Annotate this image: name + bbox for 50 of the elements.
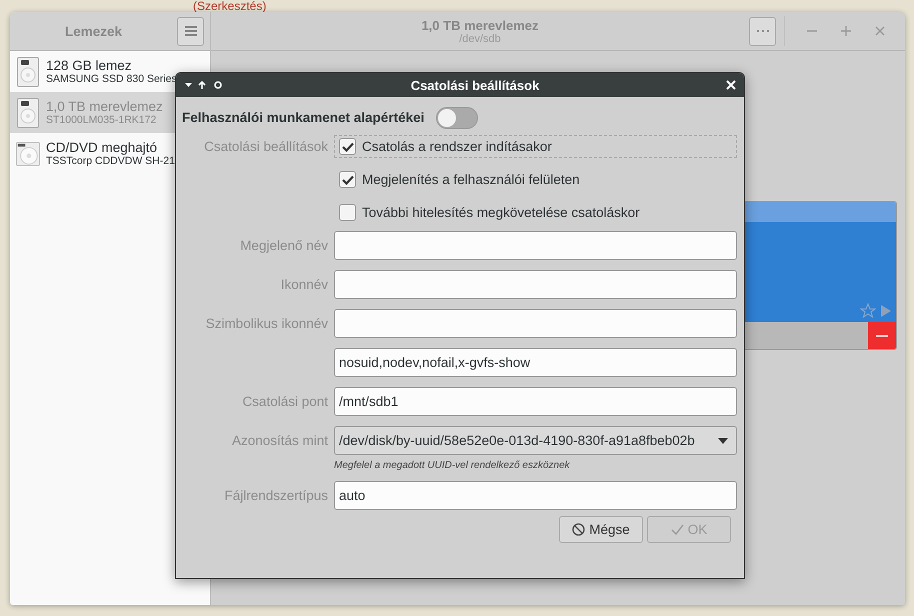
- checkbox-label[interactable]: További hitelesítés megkövetelése csatoláskor: [362, 205, 640, 220]
- disk-name: CD/DVD meghajtó: [46, 140, 158, 155]
- toggle-switch[interactable]: [436, 106, 478, 128]
- checkbox[interactable]: [339, 138, 356, 155]
- play-icon: [880, 304, 892, 318]
- input-field[interactable]: auto: [334, 481, 737, 510]
- hint-text: Megfelel a megadott UUID-vel rendelkező eszköznek: [334, 460, 570, 470]
- checkmark-icon: [342, 174, 354, 184]
- disk-model: ST1000LM035-1RK172: [46, 114, 158, 126]
- input-field[interactable]: /mnt/sdb1: [334, 387, 737, 416]
- checkbox[interactable]: [339, 171, 356, 188]
- field-label: Csatolási pont: [241, 394, 328, 409]
- dialog-button[interactable]: Mégse: [559, 516, 643, 543]
- menu-button[interactable]: [177, 16, 204, 46]
- hard-drive-icon: [16, 98, 40, 128]
- page-heading: (Szerkesztés): [193, 0, 266, 12]
- cancel-icon: [572, 523, 586, 536]
- input-field[interactable]: nosuid,nodev,nofail,x-gvfs-show: [334, 348, 737, 377]
- field-label: Azonosítás mint: [230, 433, 328, 448]
- checkbox-label[interactable]: Megjelenítés a felhasználói felületen: [362, 172, 580, 187]
- window-menu-icons[interactable]: [184, 80, 224, 90]
- menu-icon: [184, 25, 198, 37]
- field-label: Megjelenő név: [239, 238, 328, 253]
- field-label: Ikonnév: [280, 277, 328, 292]
- field-label: Fájlrendszertípus: [223, 488, 328, 503]
- check-icon: [670, 524, 684, 535]
- star-icon: [860, 303, 876, 319]
- disk-model: TSSTcorp CDDVDW SH-21: [46, 155, 175, 167]
- caret-icon: [718, 438, 728, 444]
- disk-name: 1,0 TB merevlemez: [46, 99, 163, 114]
- maximize-icon[interactable]: [841, 26, 851, 36]
- minus-icon: [876, 334, 888, 336]
- input-field[interactable]: [334, 270, 737, 299]
- checkmark-icon: [342, 142, 354, 152]
- field-label: Szimbolikus ikonnév: [204, 316, 328, 331]
- more-icon: [756, 29, 770, 33]
- window-title: 1,0 TB merevlemez: [421, 18, 539, 32]
- checkbox-label[interactable]: Csatolás a rendszer indításakor: [362, 139, 552, 154]
- disk-name: 128 GB lemez: [46, 58, 133, 73]
- checkbox[interactable]: [339, 204, 356, 221]
- remove-button[interactable]: [868, 322, 896, 349]
- input-field[interactable]: [334, 309, 737, 338]
- dropdown[interactable]: /dev/disk/by-uuid/58e52e0e-013d-4190-830f-a91a8fbeb02b: [334, 426, 737, 455]
- sidebar-title: Lemezek: [64, 24, 124, 38]
- dialog-title: Csatolási beállítások: [410, 78, 540, 92]
- hard-drive-icon: [16, 56, 40, 86]
- field-label: Csatolási beállítások: [203, 139, 328, 154]
- optical-drive-icon: [16, 140, 40, 166]
- input-field[interactable]: [334, 231, 737, 260]
- more-button[interactable]: [749, 16, 776, 46]
